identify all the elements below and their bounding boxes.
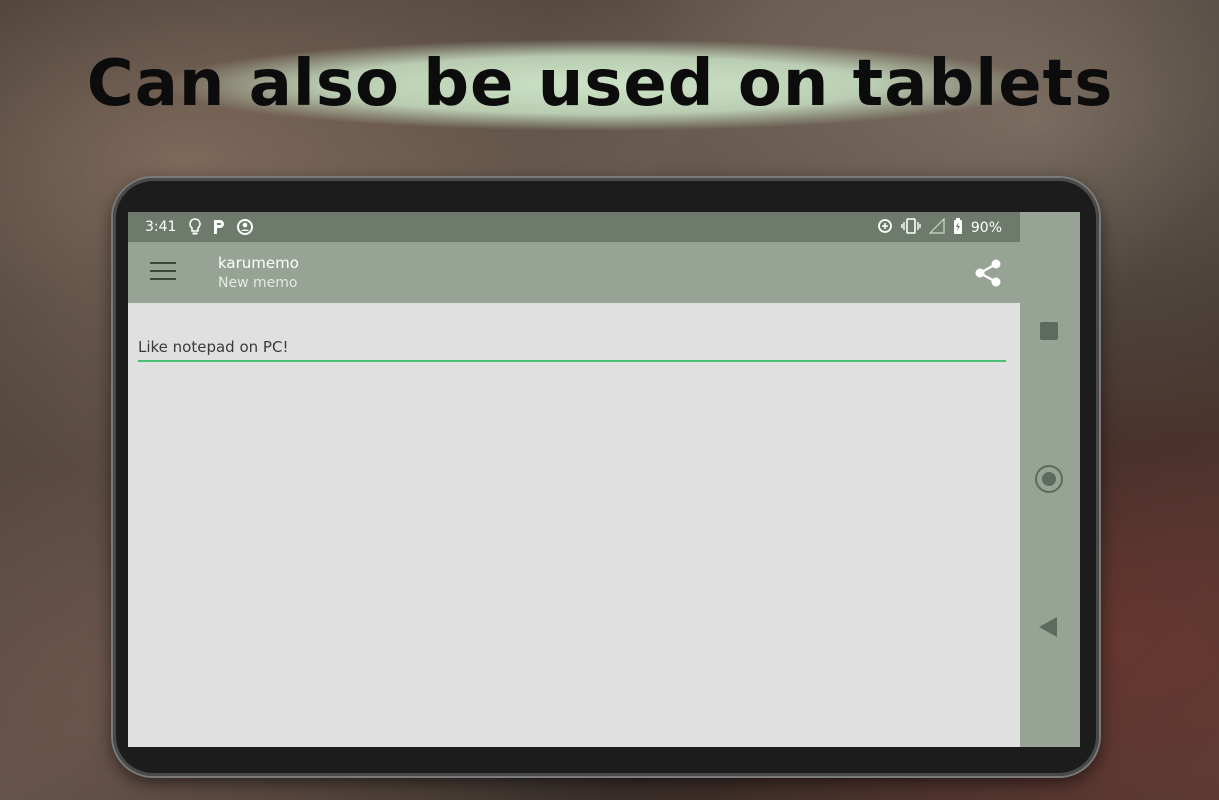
sync-person-icon [236,218,254,240]
app-title: karumemo [218,254,299,272]
status-icons-right: 90% [877,217,1002,238]
memo-area: Like notepad on PC! [138,338,1008,362]
back-button[interactable] [1039,617,1057,637]
lightbulb-icon [188,218,202,240]
promo-headline: Can also be used on tablets [86,47,1114,121]
navigation-bar [1020,212,1080,747]
share-icon[interactable] [974,258,1002,288]
p-notification-icon [212,218,226,240]
app-subtitle: New memo [218,275,298,291]
home-button[interactable] [1035,465,1063,493]
status-bar: 3:41 90% [128,212,1020,242]
tablet-screen: 3:41 90% karumemo New memo Like notepad … [128,212,1080,747]
recent-apps-button[interactable] [1040,322,1058,340]
signal-icon [928,217,945,238]
memo-text-field[interactable]: Like notepad on PC! [138,338,1006,362]
battery-icon [953,218,963,238]
menu-icon[interactable] [150,262,176,282]
status-time: 3:41 [145,219,177,235]
status-icons-left [188,218,254,240]
data-saver-icon [877,218,893,238]
vibrate-icon [901,218,921,238]
app-bar: karumemo New memo [128,242,1020,303]
battery-percent: 90% [970,220,1002,236]
